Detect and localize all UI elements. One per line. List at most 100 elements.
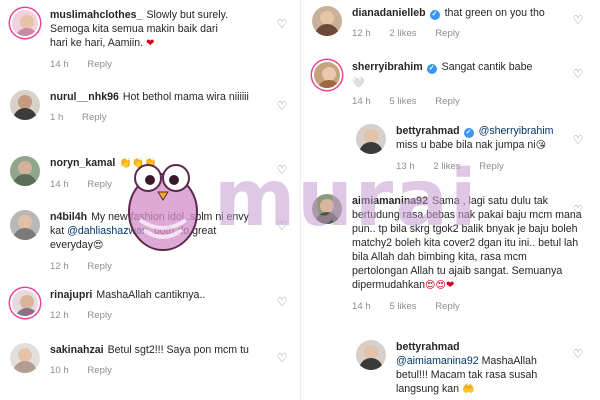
comment-time: 12 h — [50, 310, 69, 321]
comment-meta: 14 h 5 likes Reply — [352, 95, 572, 109]
comment-time: 14 h — [50, 59, 69, 70]
comment-username[interactable]: sakinahzai — [50, 344, 104, 356]
comment-item: sherryibrahim ✓ Sangat cantik babe 🤍 14 h … — [312, 60, 592, 109]
comment-username[interactable]: sherryibrahim — [352, 61, 423, 73]
mention-link[interactable]: @dahliashazwan — [67, 225, 148, 237]
comments-column-right: dianadanielleb ✓ that green on you tho 12 … — [300, 0, 600, 400]
comment-meta: 12 h Reply — [50, 309, 205, 323]
avatar[interactable] — [10, 288, 40, 318]
reply-button[interactable]: Reply — [87, 310, 112, 321]
mention-link[interactable]: @aimiamanina92 — [396, 355, 479, 367]
reply-button[interactable]: Reply — [435, 96, 460, 107]
heart-outline-icon[interactable]: ♡ — [572, 204, 584, 216]
comment-time: 13 h — [396, 161, 415, 172]
heart-outline-icon[interactable]: ♡ — [276, 164, 288, 176]
comment-username[interactable]: n4bil4h — [50, 211, 87, 223]
reply-button[interactable]: Reply — [479, 161, 504, 172]
heart-outline-icon[interactable]: ♡ — [276, 352, 288, 364]
comment-username[interactable]: noryn_kamal — [50, 157, 115, 169]
comment-text: Betul sgt2!!! Saya pon mcm tu — [107, 344, 249, 356]
comment-time: 14 h — [50, 179, 69, 190]
like-count[interactable]: 2 likes — [389, 28, 416, 39]
heart-eyes-emoji: 😍😍❤ — [425, 280, 455, 291]
reply-button[interactable]: Reply — [87, 59, 112, 70]
comment-reply-item: bettyrahmad @aimiamanina92 MashaAllah be… — [356, 340, 592, 397]
heart-outline-icon[interactable]: ♡ — [572, 68, 584, 80]
heart-eyes-emoji: 😍 — [93, 240, 104, 251]
avatar[interactable] — [312, 6, 342, 36]
comment-text: Sangat cantik babe — [441, 61, 533, 73]
avatar[interactable] — [10, 343, 40, 373]
avatar[interactable] — [10, 156, 40, 186]
comment-time: 12 h — [50, 261, 69, 272]
reply-button[interactable]: Reply — [87, 179, 112, 190]
avatar[interactable] — [10, 90, 40, 120]
kiss-emoji: 😘 — [535, 140, 546, 151]
comment-meta: 12 h Reply — [50, 260, 250, 274]
reply-button[interactable]: Reply — [435, 301, 460, 312]
verified-badge-icon: ✓ — [429, 10, 440, 20]
reply-button[interactable]: Reply — [87, 365, 112, 376]
heart-emoji: ❤ — [145, 38, 155, 49]
comment-username[interactable]: rinajupri — [50, 289, 92, 301]
comment-meta: 10 h Reply — [50, 364, 250, 378]
comment-item: n4bil4h My new fashion idol..sblm ni envy… — [10, 210, 290, 274]
comment-meta: 14 h Reply — [50, 58, 230, 72]
comment-meta: 14 h Reply — [50, 178, 157, 192]
clap-emoji: 👏👏👏 — [119, 158, 157, 169]
comment-text: miss u babe bila nak jumpa ni — [396, 139, 536, 151]
heart-outline-icon[interactable]: ♡ — [276, 100, 288, 112]
comment-reply-item: bettyrahmad ✓ @sherryibrahim miss u babe b… — [356, 124, 592, 174]
comment-meta: 1 h Reply — [50, 111, 250, 125]
mention-link[interactable]: @sherryibrahim — [479, 125, 554, 137]
comment-username[interactable]: aimiamanina92 — [352, 195, 428, 207]
like-count[interactable]: 5 likes — [389, 301, 416, 312]
heart-outline-icon[interactable]: ♡ — [572, 348, 584, 360]
comment-item: rinajupri MashaAllah cantiknya.. 12 h Rep… — [10, 288, 290, 323]
comment-meta: 14 h 5 likes Reply — [352, 300, 584, 314]
comments-column-left: muslimahclothes_ Slowly but surely. Semog… — [0, 0, 300, 400]
comment-text: that green on you tho — [444, 7, 545, 19]
reply-button[interactable]: Reply — [82, 112, 107, 123]
comment-item: dianadanielleb ✓ that green on you tho 12 … — [312, 6, 592, 41]
verified-badge-icon: ✓ — [463, 128, 474, 138]
comment-text: Sama , lagi satu dulu tak bertudung rasa… — [352, 195, 582, 291]
comment-username[interactable]: bettyrahmad — [396, 125, 460, 137]
heart-outline-icon[interactable]: ♡ — [276, 18, 288, 30]
comment-username[interactable]: bettyrahmad — [396, 341, 460, 353]
comment-time: 14 h — [352, 96, 371, 107]
comment-time: 12 h — [352, 28, 371, 39]
comment-text: Hot bethol mama wira niiiiii — [122, 91, 249, 103]
comment-text: MashaAllah cantiknya.. — [96, 289, 206, 301]
comment-username[interactable]: muslimahclothes_ — [50, 9, 142, 21]
reply-button[interactable]: Reply — [435, 28, 460, 39]
avatar[interactable] — [10, 8, 40, 38]
comment-time: 1 h — [50, 112, 64, 123]
comment-item: sakinahzai Betul sgt2!!! Saya pon mcm tu … — [10, 343, 290, 378]
verified-badge-icon: ✓ — [426, 64, 437, 74]
avatar[interactable] — [356, 340, 386, 370]
heart-outline-icon[interactable]: ♡ — [572, 14, 584, 26]
comment-username[interactable]: nurul__nhk96 — [50, 91, 119, 103]
comment-item: muslimahclothes_ Slowly but surely. Semog… — [10, 8, 290, 72]
heart-outline-icon[interactable]: ♡ — [276, 220, 288, 232]
avatar[interactable] — [312, 60, 342, 90]
comment-meta: 13 h 2 likes Reply — [396, 160, 566, 174]
like-count[interactable]: 5 likes — [389, 96, 416, 107]
comment-item: nurul__nhk96 Hot bethol mama wira niiiiii… — [10, 90, 290, 125]
avatar[interactable] — [10, 210, 40, 240]
like-count[interactable]: 2 likes — [433, 161, 460, 172]
comment-time: 14 h — [352, 301, 371, 312]
heart-outline-icon[interactable]: ♡ — [572, 134, 584, 146]
raised-hands-emoji: 🤲 — [461, 384, 475, 395]
comment-item: noryn_kamal 👏👏👏 14 h Reply — [10, 156, 290, 192]
heart-outline-icon[interactable]: ♡ — [276, 296, 288, 308]
comment-username[interactable]: dianadanielleb — [352, 7, 426, 19]
reply-button[interactable]: Reply — [87, 261, 112, 272]
avatar[interactable] — [356, 124, 386, 154]
comment-meta: 12 h 2 likes Reply — [352, 27, 572, 41]
comment-time: 10 h — [50, 365, 69, 376]
comment-item: aimiamanina92 Sama , lagi satu dulu tak b… — [312, 194, 592, 314]
avatar[interactable] — [312, 194, 342, 224]
white-heart-emoji: 🤍 — [352, 78, 365, 89]
